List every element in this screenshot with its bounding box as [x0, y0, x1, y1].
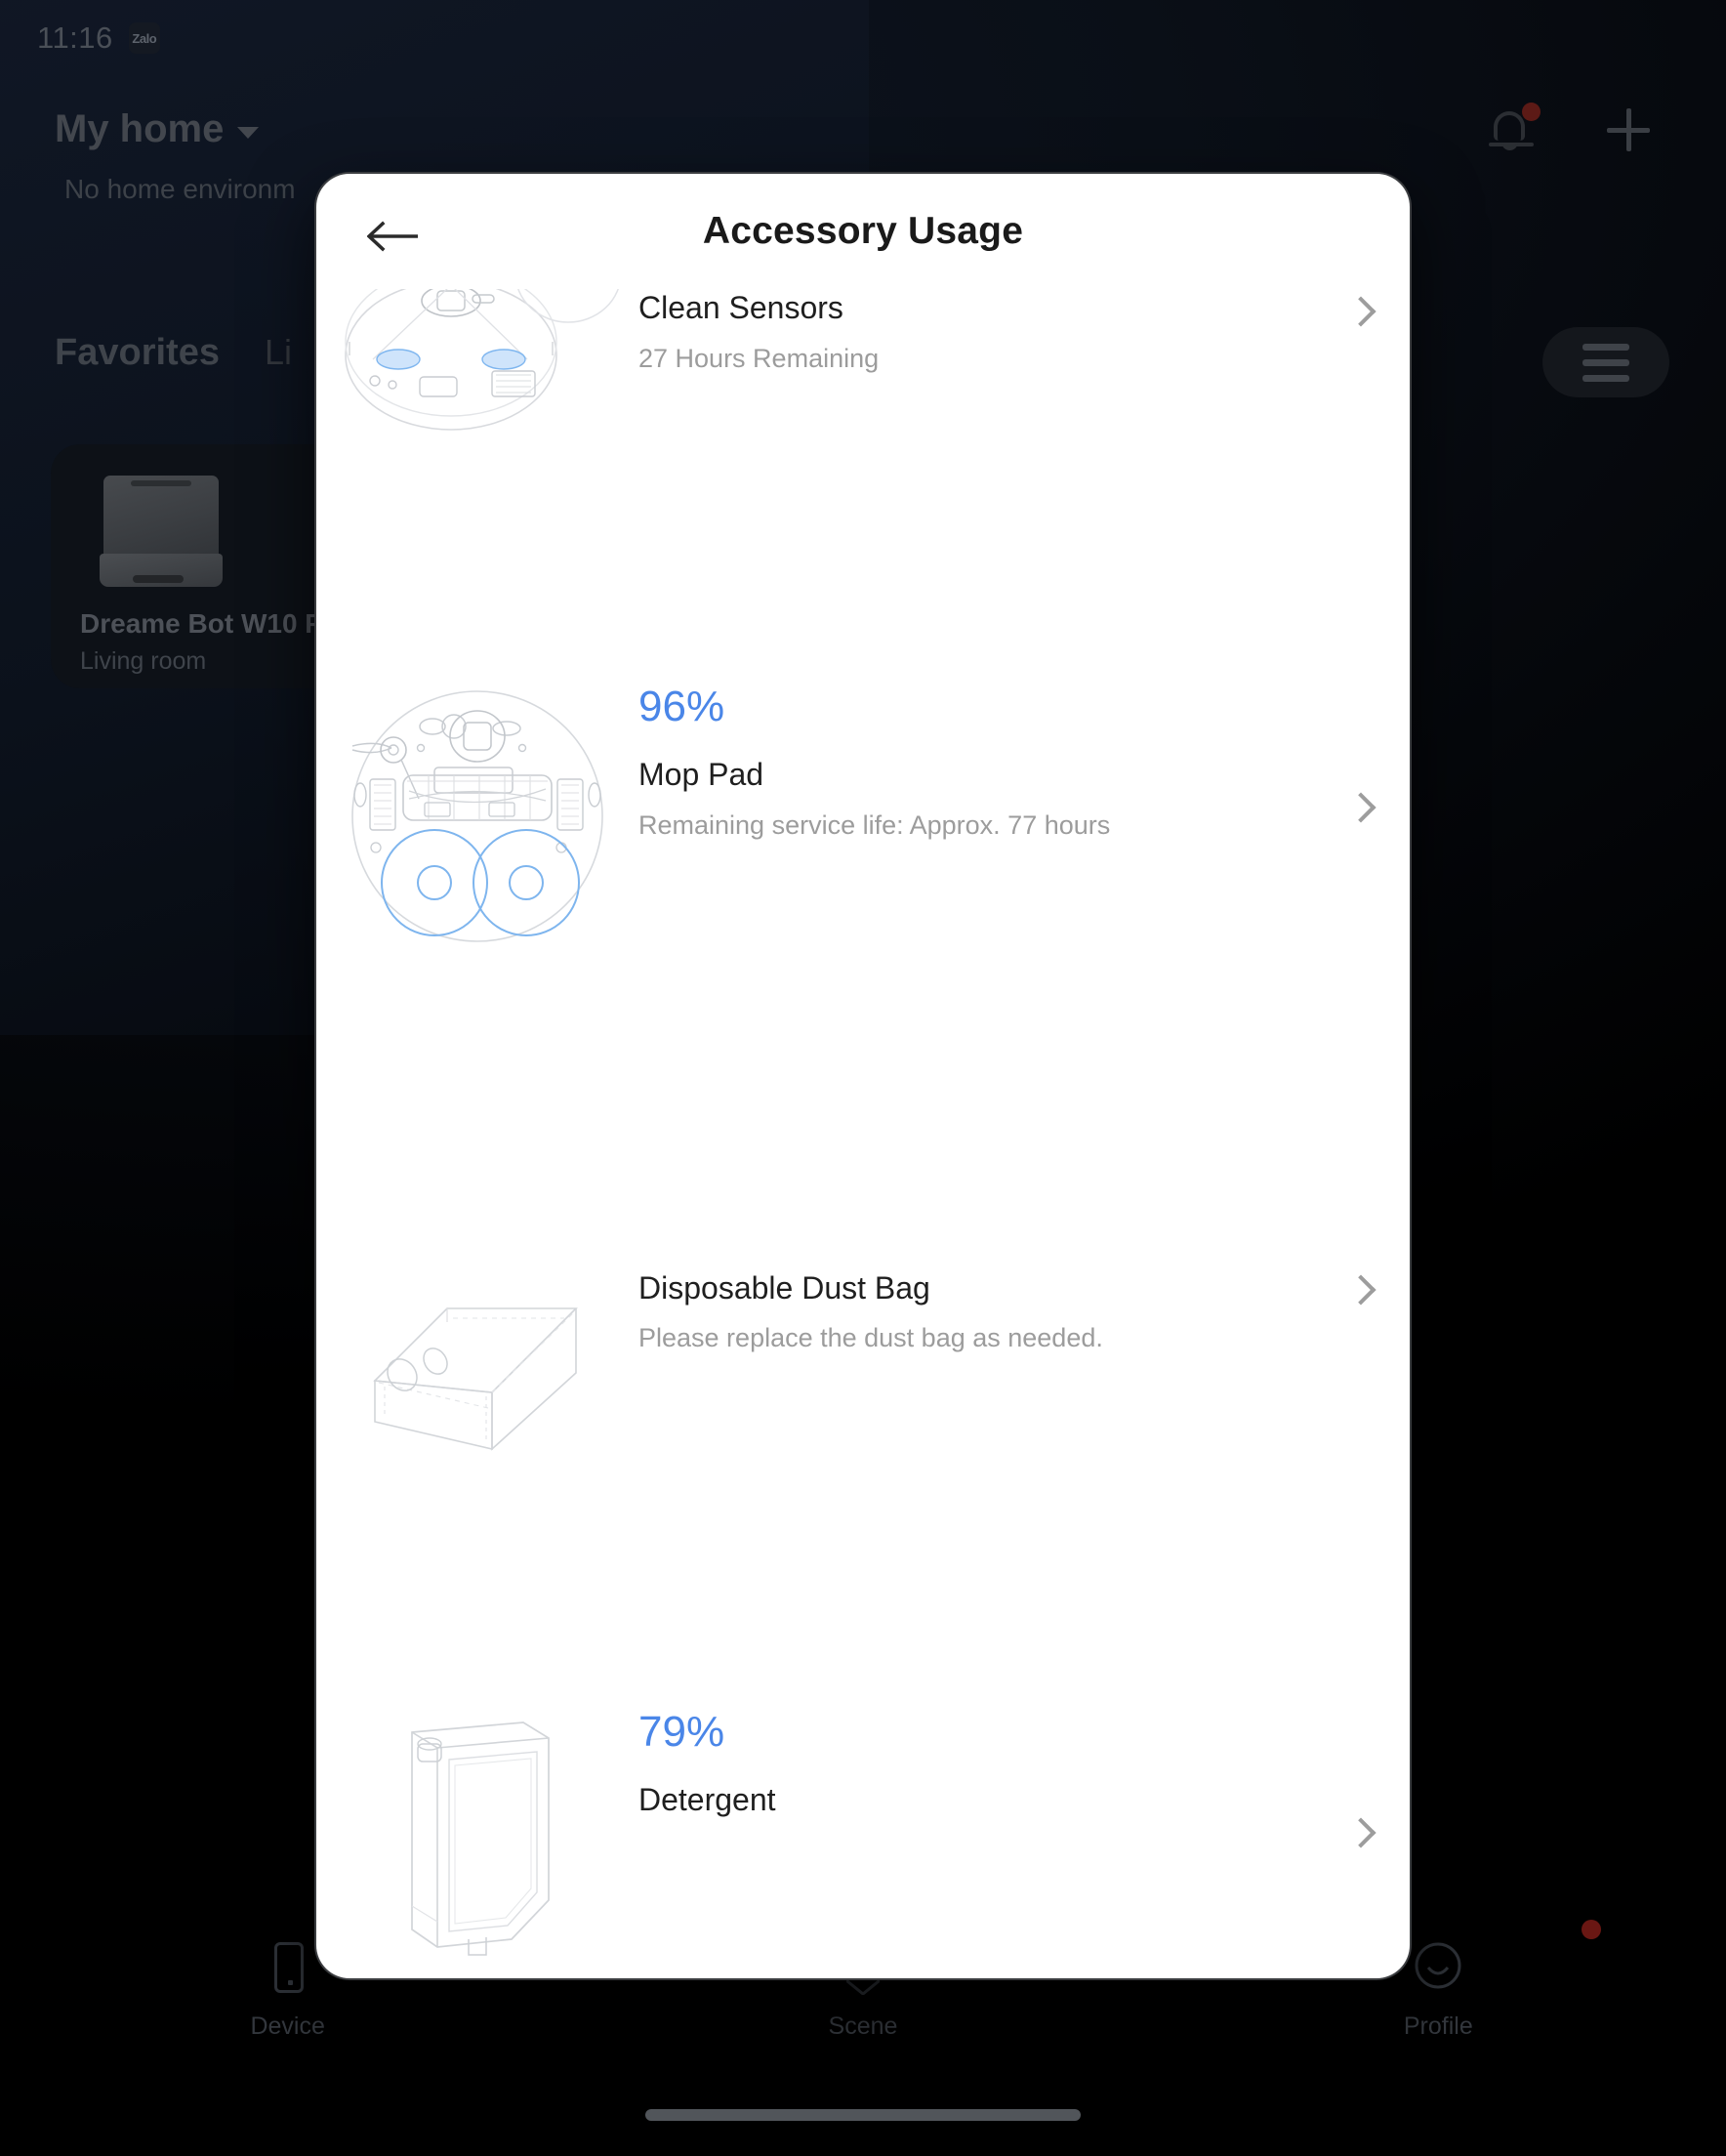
add-device-button[interactable] — [1607, 108, 1650, 151]
accessory-row-clean-sensors[interactable]: 94% Clean Sensors 27 Hours Remaining — [316, 289, 1410, 457]
notification-bell-button[interactable] — [1489, 103, 1541, 154]
dock-base-shape — [100, 554, 223, 587]
chevron-right-icon-detergent[interactable] — [1312, 1705, 1410, 1848]
accessory-list: 94% Clean Sensors 27 Hours Remaining — [316, 289, 1410, 1978]
device-icon — [264, 1938, 312, 1997]
home-name-label: My home — [55, 107, 225, 150]
accessory-sub-dust-bag: Please replace the dust bag as needed. — [638, 1323, 1103, 1353]
chevron-right-icon-mop-pad[interactable] — [1312, 680, 1410, 823]
dock-body-shape — [103, 476, 219, 560]
profile-icon — [1414, 1938, 1462, 1997]
accessory-percent-detergent: 79% — [638, 1708, 725, 1756]
accessory-name-dust-bag: Disposable Dust Bag — [638, 1270, 930, 1306]
accessory-sub-mop-pad: Remaining service life: Approx. 77 hours — [638, 809, 1111, 840]
accessory-percent-mop-pad: 96% — [638, 683, 725, 730]
profile-badge — [1581, 1920, 1601, 1939]
accessory-info-dust-bag: Disposable Dust Bag Please replace the d… — [638, 1265, 1312, 1354]
accessory-sub-clean-sensors: 27 Hours Remaining — [638, 343, 880, 373]
nav-label-scene: Scene — [828, 2011, 898, 2040]
nav-label-device: Device — [250, 2011, 325, 2040]
zalo-app-badge-icon: Zalo — [128, 22, 160, 54]
dock-slot-shape — [131, 480, 191, 486]
accessory-name-detergent: Detergent — [638, 1782, 776, 1818]
status-bar: 11:16 Zalo — [0, 0, 869, 76]
phone-screen: 11:16 Zalo My home No home environm Favo… — [0, 0, 1726, 2156]
hamburger-menu-icon-bar2 — [1582, 358, 1629, 366]
device-room-label: Living room — [80, 647, 207, 675]
back-arrow-icon[interactable] — [366, 221, 420, 252]
chevron-down-icon — [237, 126, 260, 139]
accessory-row-dust-bag[interactable]: Disposable Dust Bag Please replace the d… — [316, 1265, 1410, 1461]
robot-underside-mop-pad-illustration — [316, 680, 638, 953]
device-name-label: Dreame Bot W10 P — [80, 608, 323, 639]
accessory-row-detergent[interactable]: 79% Detergent — [316, 1705, 1410, 1959]
home-environment-label: No home environm — [64, 174, 296, 204]
tab-living-room[interactable]: Li — [265, 332, 292, 373]
sheet-header: Accessory Usage — [316, 174, 1410, 289]
accessory-row-mop-pad[interactable]: 96% Mop Pad Remaining service life: Appr… — [316, 680, 1410, 953]
accessory-info-mop-pad: 96% Mop Pad Remaining service life: Appr… — [638, 680, 1312, 841]
dock-mouth-shape — [133, 575, 184, 583]
bell-clapper-icon — [1501, 142, 1518, 150]
robot-top-sensors-illustration — [316, 289, 638, 457]
home-selector[interactable]: My home — [55, 107, 260, 151]
detergent-tank-illustration — [316, 1705, 638, 1959]
accessory-name-mop-pad: Mop Pad — [638, 757, 764, 793]
header-actions — [1489, 103, 1650, 154]
accessory-usage-sheet: Accessory Usage Clean Sensors 27 Hours R… — [316, 174, 1410, 1978]
home-indicator — [645, 2109, 1081, 2121]
dust-bag-illustration — [316, 1265, 638, 1461]
chevron-right-icon-clean-sensors[interactable] — [1312, 289, 1410, 327]
hamburger-menu-icon-bar3 — [1582, 374, 1629, 382]
room-tabs: Favorites Li — [55, 332, 292, 374]
dreame-dock-image — [100, 476, 225, 593]
menu-button[interactable] — [1542, 327, 1669, 397]
status-time: 11:16 — [37, 21, 113, 55]
notification-badge — [1522, 103, 1541, 121]
bell-icon — [1489, 111, 1534, 146]
page-title: Accessory Usage — [702, 210, 1024, 252]
tab-favorites[interactable]: Favorites — [55, 332, 220, 374]
accessory-info-clean-sensors: 94% Clean Sensors 27 Hours Remaining — [638, 289, 1312, 374]
accessory-info-detergent: 79% Detergent — [638, 1705, 1312, 1835]
chevron-right-icon-dust-bag[interactable] — [1312, 1265, 1410, 1306]
nav-label-profile: Profile — [1403, 2011, 1473, 2040]
hamburger-menu-icon — [1582, 343, 1629, 351]
accessory-name-clean-sensors: Clean Sensors — [638, 290, 843, 326]
